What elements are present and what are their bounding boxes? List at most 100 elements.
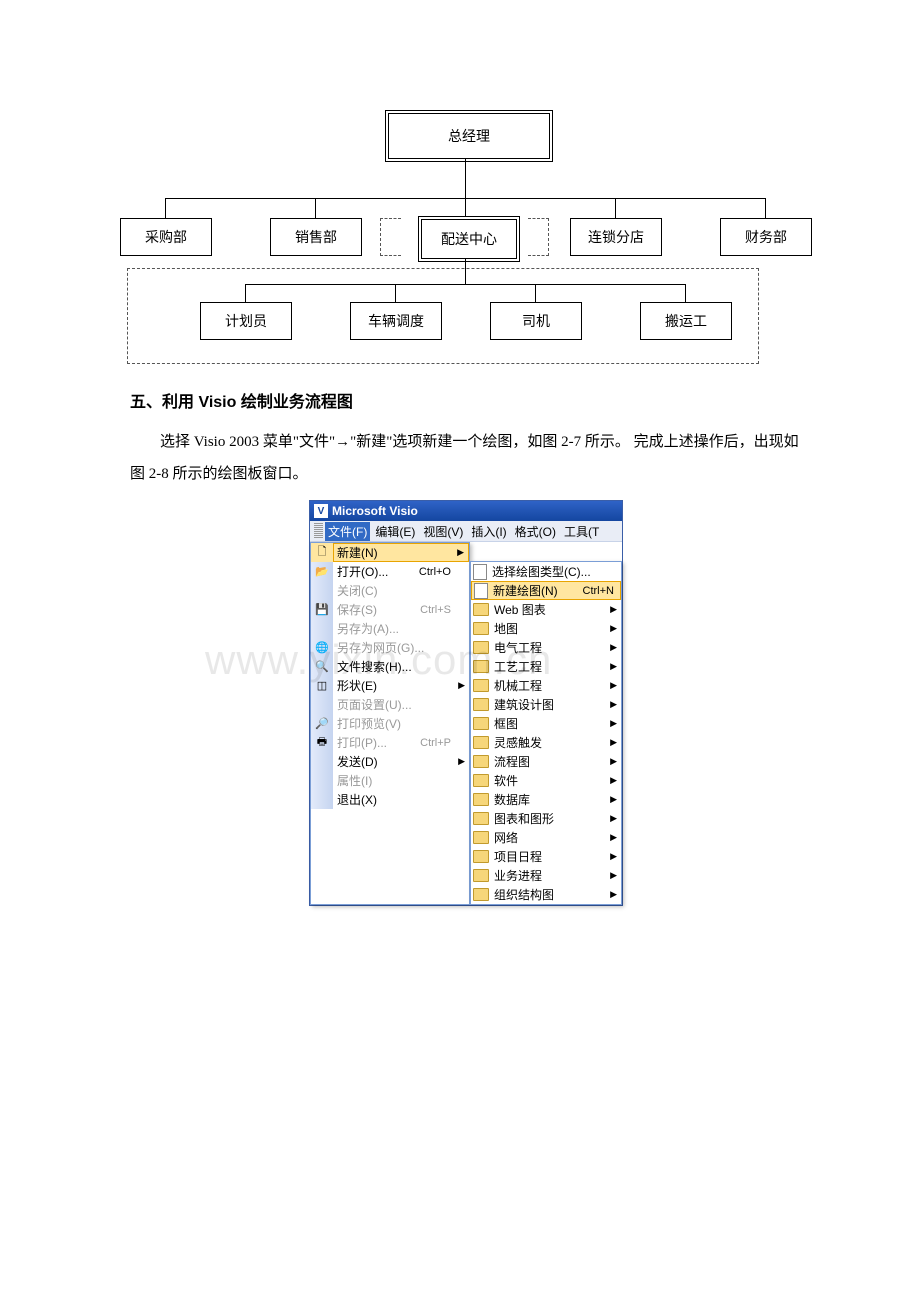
submenu-item[interactable]: 灵感触发▶ bbox=[471, 733, 621, 752]
submenu-item-label: 数据库 bbox=[494, 791, 530, 808]
submenu-item[interactable]: 地图▶ bbox=[471, 619, 621, 638]
file-menu-item[interactable]: 发送(D)▶ bbox=[333, 752, 469, 771]
submenu-arrow-icon: ▶ bbox=[458, 680, 465, 691]
submenu-item-label: 灵感触发 bbox=[494, 734, 542, 751]
submenu-item[interactable]: 电气工程 ▶ bbox=[471, 638, 621, 657]
file-menu-item[interactable]: 形状(E)▶ bbox=[333, 676, 469, 695]
org-connector bbox=[465, 158, 466, 198]
menu-tools[interactable]: 工具(T bbox=[561, 522, 602, 541]
folder-icon bbox=[473, 888, 489, 901]
submenu-arrow-icon: ▶ bbox=[610, 851, 617, 862]
org-node-label: 销售部 bbox=[295, 227, 337, 247]
file-menu-item[interactable]: 另存为网页(G)... bbox=[333, 638, 469, 657]
open-icon: 📂 bbox=[311, 562, 333, 581]
org-node-label: 配送中心 bbox=[441, 229, 497, 249]
submenu-item[interactable]: 软件▶ bbox=[471, 771, 621, 790]
org-node-label: 采购部 bbox=[145, 227, 187, 247]
submenu-arrow-icon: ▶ bbox=[610, 870, 617, 881]
shortcut-text: Ctrl+N bbox=[583, 585, 614, 597]
folder-icon bbox=[473, 850, 489, 863]
menu-file[interactable]: 文件(F) bbox=[325, 522, 370, 541]
submenu-item[interactable]: 新建绘图(N)Ctrl+N bbox=[471, 581, 621, 600]
submenu-item[interactable]: 业务进程 ▶ bbox=[471, 866, 621, 885]
menu-insert[interactable]: 插入(I) bbox=[468, 522, 509, 541]
submenu-item[interactable]: 数据库 ▶ bbox=[471, 790, 621, 809]
submenu-item[interactable]: 网络▶ bbox=[471, 828, 621, 847]
file-menu-item[interactable]: 打印(P)...Ctrl+P bbox=[333, 733, 469, 752]
folder-icon bbox=[473, 793, 489, 806]
folder-icon bbox=[473, 622, 489, 635]
file-menu-item[interactable]: 打开(O)...Ctrl+O bbox=[333, 562, 469, 581]
window-titlebar: V Microsoft Visio bbox=[310, 501, 622, 521]
org-connector bbox=[315, 198, 316, 218]
folder-icon bbox=[473, 869, 489, 882]
folder-icon bbox=[473, 679, 489, 692]
org-connector bbox=[685, 284, 686, 302]
org-node-label: 车辆调度 bbox=[368, 311, 424, 331]
submenu-item[interactable]: 流程图▶ bbox=[471, 752, 621, 771]
visio-screenshot: V Microsoft Visio 文件(F) 编辑(E) 视图(V) 插入(I… bbox=[309, 500, 621, 906]
submenu-item-label: 建筑设计图 bbox=[494, 696, 554, 713]
org-node: 车辆调度 bbox=[350, 302, 442, 340]
org-node: 连锁分店 bbox=[570, 218, 662, 256]
submenu-item[interactable]: 机械工程▶ bbox=[471, 676, 621, 695]
org-connector bbox=[395, 284, 396, 302]
new-submenu: 选择绘图类型(C)...新建绘图(N)Ctrl+NWeb 图表▶地图▶电气工程 ▶… bbox=[470, 561, 622, 905]
file-menu-item[interactable]: 关闭(C) bbox=[333, 581, 469, 600]
file-menu-item[interactable]: 退出(X) bbox=[333, 790, 469, 809]
document-page: 总经理 采购部 销售部 配送中心 连锁分店 财务部 计划员 车辆调度 司机 搬运… bbox=[0, 0, 920, 956]
submenu-item[interactable]: Web 图表▶ bbox=[471, 600, 621, 619]
file-menu-item[interactable]: 新建(N)▶ bbox=[333, 543, 469, 562]
submenu-arrow-icon: ▶ bbox=[610, 775, 617, 786]
shortcut-text: Ctrl+S bbox=[420, 604, 451, 616]
org-node: 搬运工 bbox=[640, 302, 732, 340]
submenu-item[interactable]: 建筑设计图 ▶ bbox=[471, 695, 621, 714]
menu-format[interactable]: 格式(O) bbox=[512, 522, 559, 541]
submenu-item[interactable]: 选择绘图类型(C)... bbox=[471, 562, 621, 581]
org-node-label: 财务部 bbox=[745, 227, 787, 247]
submenu-arrow-icon: ▶ bbox=[610, 661, 617, 672]
submenu-arrow-icon: ▶ bbox=[457, 547, 464, 558]
file-menu-item[interactable]: 页面设置(U)... bbox=[333, 695, 469, 714]
submenu-item[interactable]: 组织结构图 ▶ bbox=[471, 885, 621, 904]
blank-icon bbox=[311, 695, 333, 714]
folder-icon bbox=[473, 774, 489, 787]
org-dash-dec bbox=[528, 218, 549, 256]
file-menu-item[interactable]: 打印预览(V) bbox=[333, 714, 469, 733]
submenu-arrow-icon: ▶ bbox=[610, 642, 617, 653]
submenu-item-label: 框图 bbox=[494, 715, 518, 732]
submenu-item-label: 组织结构图 bbox=[494, 886, 554, 903]
file-menu-item[interactable]: 文件搜索(H)... bbox=[333, 657, 469, 676]
submenu-arrow-icon: ▶ bbox=[610, 813, 617, 824]
shortcut-text: Ctrl+P bbox=[420, 737, 451, 749]
blank-icon bbox=[311, 771, 333, 790]
folder-icon bbox=[473, 698, 489, 711]
file-menu-item[interactable]: 属性(I) bbox=[333, 771, 469, 790]
submenu-arrow-icon: ▶ bbox=[610, 889, 617, 900]
submenu-item-label: 业务进程 bbox=[494, 867, 542, 884]
submenu-item[interactable]: 图表和图形▶ bbox=[471, 809, 621, 828]
submenu-item-label: 项目日程 bbox=[494, 848, 542, 865]
submenu-arrow-icon: ▶ bbox=[610, 699, 617, 710]
paragraph: 选择 Visio 2003 菜单"文件"→"新建"选项新建一个绘图，如图 2-7… bbox=[130, 427, 800, 490]
file-menu-item[interactable]: 另存为(A)... bbox=[333, 619, 469, 638]
new-doc-icon bbox=[473, 564, 487, 580]
submenu-item-label: 电气工程 bbox=[494, 639, 542, 656]
submenu-item-label: 选择绘图类型(C)... bbox=[492, 563, 591, 580]
submenu-item[interactable]: 项目日程 ▶ bbox=[471, 847, 621, 866]
org-connector bbox=[765, 198, 766, 218]
blank-icon bbox=[311, 752, 333, 771]
folder-icon bbox=[473, 831, 489, 844]
menu-view[interactable]: 视图(V) bbox=[420, 522, 466, 541]
preview-icon: 🔎 bbox=[311, 714, 333, 733]
submenu-arrow-icon: ▶ bbox=[610, 794, 617, 805]
menu-edit[interactable]: 编辑(E) bbox=[372, 522, 418, 541]
submenu-item[interactable]: 框图▶ bbox=[471, 714, 621, 733]
file-menu-item[interactable]: 保存(S)Ctrl+S bbox=[333, 600, 469, 619]
shortcut-text: Ctrl+O bbox=[419, 566, 451, 578]
org-node: 财务部 bbox=[720, 218, 812, 256]
submenu-item[interactable]: 工艺工程▶ bbox=[471, 657, 621, 676]
web-icon: 🌐 bbox=[311, 638, 333, 657]
submenu-arrow-icon: ▶ bbox=[458, 756, 465, 767]
submenu-item-label: 流程图 bbox=[494, 753, 530, 770]
